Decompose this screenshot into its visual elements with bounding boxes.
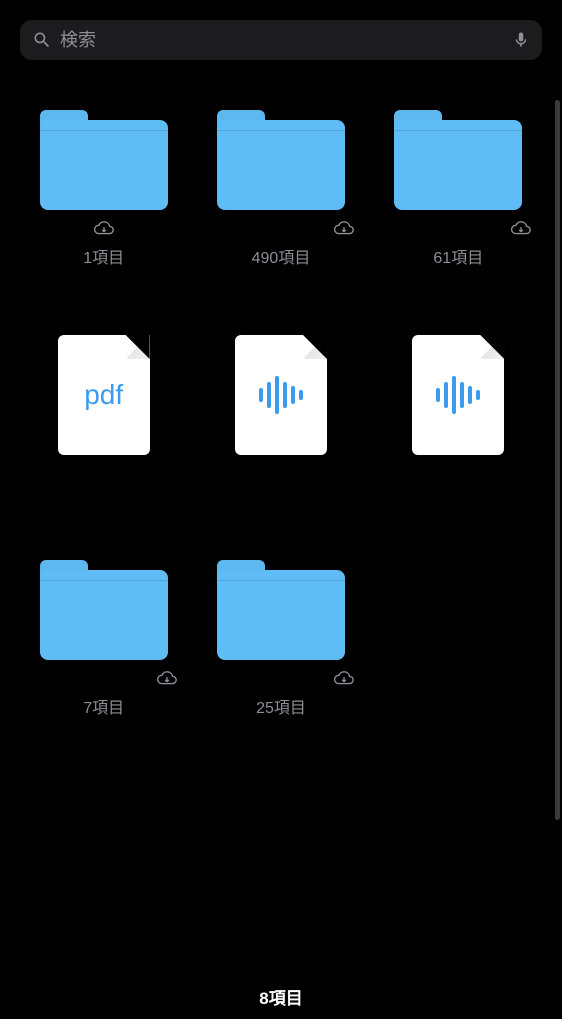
file-item-audio[interactable] bbox=[197, 335, 364, 510]
item-subtitle: 7項目 bbox=[83, 694, 124, 718]
file-item-audio[interactable] bbox=[375, 335, 542, 510]
folder-item[interactable]: 1項目 bbox=[20, 110, 187, 285]
waveform-icon bbox=[436, 376, 480, 414]
files-grid: 1項目 490項目 bbox=[20, 110, 542, 735]
search-bar[interactable] bbox=[20, 20, 542, 60]
file-item-pdf[interactable]: pdf bbox=[20, 335, 187, 510]
item-subtitle: 25項目 bbox=[256, 694, 306, 718]
files-grid-container[interactable]: 1項目 490項目 bbox=[0, 70, 562, 940]
search-input[interactable] bbox=[60, 30, 512, 51]
scrollbar-track bbox=[555, 100, 560, 980]
cloud-download-icon bbox=[333, 220, 355, 238]
cloud-download-icon bbox=[93, 220, 115, 238]
audio-file-icon bbox=[235, 335, 327, 455]
cloud-download-icon bbox=[156, 670, 178, 688]
folder-item[interactable]: 7項目 bbox=[20, 560, 187, 735]
cloud-download-icon bbox=[510, 220, 532, 238]
folder-item[interactable]: 25項目 bbox=[197, 560, 364, 735]
pdf-label: pdf bbox=[84, 379, 123, 411]
folder-icon bbox=[394, 110, 522, 210]
item-subtitle: 490項目 bbox=[252, 244, 311, 268]
folder-icon bbox=[40, 110, 168, 210]
search-icon bbox=[32, 30, 52, 50]
waveform-icon bbox=[259, 376, 303, 414]
item-subtitle: 61項目 bbox=[433, 244, 483, 268]
folder-item[interactable]: 490項目 bbox=[197, 110, 364, 285]
empty-cell bbox=[375, 560, 542, 735]
folder-icon bbox=[40, 560, 168, 660]
folder-item[interactable]: 61項目 bbox=[375, 110, 542, 285]
cloud-download-icon bbox=[333, 670, 355, 688]
item-count-footer: 8項目 bbox=[0, 974, 562, 1019]
audio-file-icon bbox=[412, 335, 504, 455]
item-subtitle: 1項目 bbox=[83, 244, 124, 268]
microphone-icon[interactable] bbox=[512, 29, 530, 51]
scrollbar-thumb[interactable] bbox=[555, 100, 560, 820]
folder-icon bbox=[217, 560, 345, 660]
folder-icon bbox=[217, 110, 345, 210]
pdf-file-icon: pdf bbox=[58, 335, 150, 455]
